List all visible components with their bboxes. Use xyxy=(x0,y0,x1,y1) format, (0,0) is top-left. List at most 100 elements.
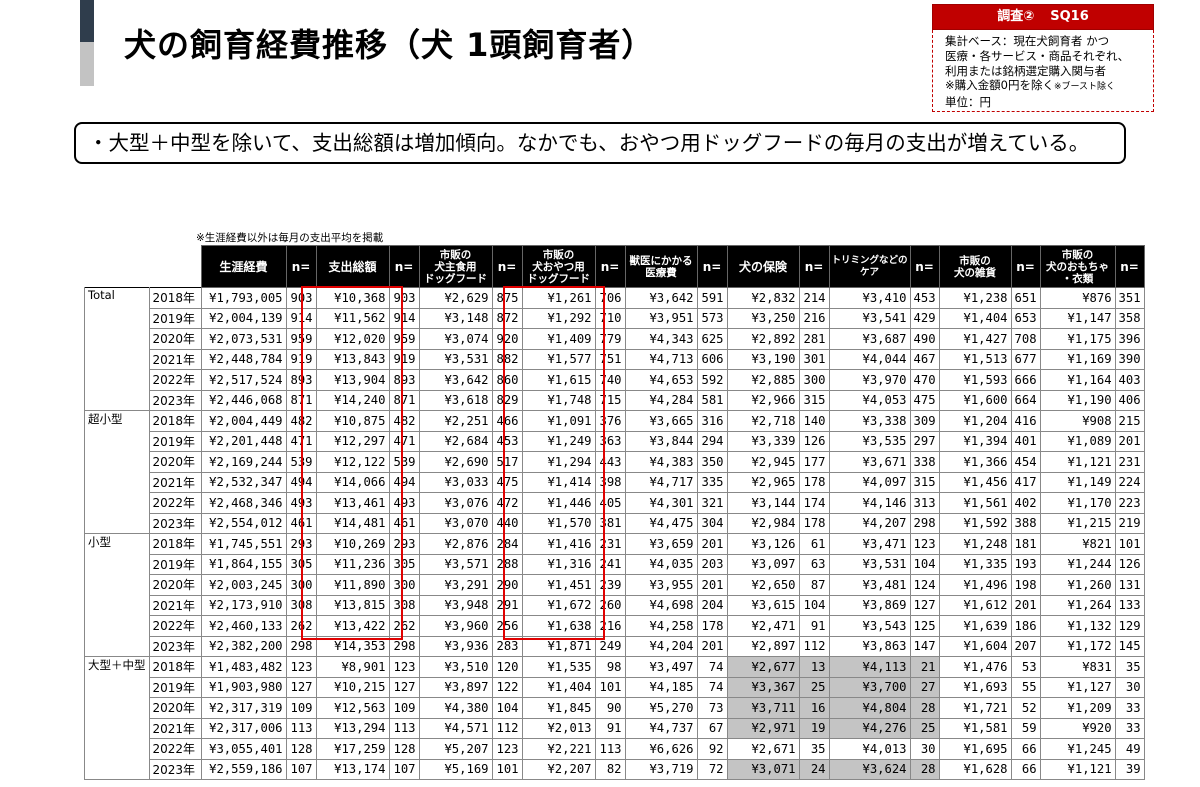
value-cell: ¥3,367 xyxy=(726,676,800,698)
value-cell: ¥4,804 xyxy=(828,697,911,719)
value-cell: ¥1,638 xyxy=(521,615,596,637)
year-label: 2020年 xyxy=(148,451,202,473)
count-cell: 350 xyxy=(696,451,728,473)
count-cell: 123 xyxy=(909,533,940,555)
value-cell: ¥3,936 xyxy=(418,635,493,657)
value-cell: ¥1,581 xyxy=(938,717,1012,739)
count-cell: 30 xyxy=(909,738,940,760)
value-cell: ¥4,185 xyxy=(624,676,698,698)
count-cell: 402 xyxy=(1010,492,1041,514)
table-row: 小型 2018年 ¥1,745,551 293 ¥10,269 293 ¥2,876 284 ¥… xyxy=(84,533,1145,657)
table-row: 2019年 ¥1,903,980 127 ¥10,215 127 ¥3,897 122 ¥1,… xyxy=(85,676,1145,698)
value-cell: ¥3,410 xyxy=(828,287,911,309)
value-cell: ¥2,173,910 xyxy=(200,594,287,616)
table-row: 2021年 ¥2,532,347 494 ¥14,066 494 ¥3,033 475 ¥1,… xyxy=(85,471,1145,493)
value-cell: ¥1,871 xyxy=(521,635,596,657)
count-cell: 201 xyxy=(1114,430,1145,452)
value-cell: ¥3,543 xyxy=(828,615,911,637)
count-cell: 193 xyxy=(1010,553,1041,575)
count-cell: 127 xyxy=(285,676,317,698)
count-cell: 109 xyxy=(388,697,420,719)
column-header: 犬の保険 xyxy=(726,245,800,288)
year-label: 2020年 xyxy=(148,574,202,596)
count-cell: 494 xyxy=(285,471,317,493)
count-cell: 651 xyxy=(1010,287,1041,309)
value-cell: ¥5,207 xyxy=(418,738,493,760)
count-cell: 316 xyxy=(696,410,728,432)
value-cell: ¥4,204 xyxy=(624,635,698,657)
value-cell: ¥3,338 xyxy=(828,410,911,432)
count-cell: 92 xyxy=(696,738,728,760)
count-cell: 30 xyxy=(1114,676,1145,698)
value-cell: ¥2,690 xyxy=(418,451,493,473)
survey-header: 調査② SQ16 xyxy=(932,4,1154,30)
value-cell: ¥6,626 xyxy=(624,738,698,760)
count-cell: 293 xyxy=(388,533,420,555)
table-row: 2022年 ¥2,468,346 493 ¥13,461 493 ¥3,076 472 ¥1,… xyxy=(85,492,1145,514)
count-cell: 91 xyxy=(594,717,626,739)
table-row: 2023年 ¥2,559,186 107 ¥13,174 107 ¥5,169 101 ¥2,… xyxy=(85,758,1145,780)
table-row: 2019年 ¥1,864,155 305 ¥11,236 305 ¥3,571 288 ¥1,… xyxy=(85,553,1145,575)
count-cell: 920 xyxy=(491,328,523,350)
count-cell: 291 xyxy=(491,594,523,616)
value-cell: ¥4,698 xyxy=(624,594,698,616)
value-cell: ¥4,044 xyxy=(828,348,911,370)
count-cell: 298 xyxy=(285,635,317,657)
value-cell: ¥1,672 xyxy=(521,594,596,616)
table-row: 2020年 ¥2,003,245 300 ¥11,890 300 ¥3,291 290 ¥1,… xyxy=(85,574,1145,596)
value-cell: ¥1,264 xyxy=(1039,594,1116,616)
count-cell: 482 xyxy=(388,410,420,432)
value-cell: ¥2,650 xyxy=(726,574,800,596)
value-cell: ¥13,294 xyxy=(315,717,390,739)
count-cell: 186 xyxy=(1010,615,1041,637)
count-cell: 55 xyxy=(1010,676,1041,698)
count-cell: 127 xyxy=(909,594,940,616)
value-cell: ¥12,297 xyxy=(315,430,390,452)
value-cell: ¥2,003,245 xyxy=(200,574,287,596)
count-cell: 126 xyxy=(798,430,830,452)
value-cell: ¥4,380 xyxy=(418,697,493,719)
count-cell: 133 xyxy=(1114,594,1145,616)
count-cell: 59 xyxy=(1010,717,1041,739)
table-row: 2019年 ¥2,004,139 914 ¥11,562 914 ¥3,148 872 ¥1,… xyxy=(85,307,1145,329)
value-cell: ¥5,169 xyxy=(418,758,493,780)
value-cell: ¥1,089 xyxy=(1039,430,1116,452)
count-cell: 860 xyxy=(491,369,523,391)
value-cell: ¥3,970 xyxy=(828,369,911,391)
table-row: 2022年 ¥3,055,401 128 ¥17,259 128 ¥5,207 123 ¥2,… xyxy=(85,738,1145,760)
count-cell: 308 xyxy=(285,594,317,616)
value-cell: ¥4,343 xyxy=(624,328,698,350)
count-cell: 231 xyxy=(1114,451,1145,473)
count-cell: 35 xyxy=(1114,656,1145,678)
value-cell: ¥3,531 xyxy=(418,348,493,370)
count-cell: 101 xyxy=(594,676,626,698)
count-cell: 178 xyxy=(798,512,830,534)
value-cell: ¥3,250 xyxy=(726,307,800,329)
value-cell: ¥1,164 xyxy=(1039,369,1116,391)
count-cell: 779 xyxy=(594,328,626,350)
year-label: 2023年 xyxy=(148,635,202,657)
count-cell: 903 xyxy=(285,287,317,309)
count-cell: 710 xyxy=(594,307,626,329)
value-cell: ¥1,260 xyxy=(1039,574,1116,596)
count-cell: 181 xyxy=(1010,533,1041,555)
value-cell: ¥13,461 xyxy=(315,492,390,514)
value-cell: ¥4,053 xyxy=(828,389,911,411)
count-cell: 174 xyxy=(798,492,830,514)
value-cell: ¥1,292 xyxy=(521,307,596,329)
year-label: 2023年 xyxy=(148,389,202,411)
value-cell: ¥12,563 xyxy=(315,697,390,719)
count-cell: 335 xyxy=(696,471,728,493)
value-cell: ¥13,904 xyxy=(315,369,390,391)
count-cell: 338 xyxy=(909,451,940,473)
value-cell: ¥3,531 xyxy=(828,553,911,575)
value-cell: ¥1,249 xyxy=(521,430,596,452)
table-row: 大型＋中型 2018年 ¥1,483,482 123 ¥8,901 123 ¥3,510 12… xyxy=(84,656,1145,780)
value-cell: ¥3,624 xyxy=(828,758,911,780)
count-cell: 178 xyxy=(798,471,830,493)
value-cell: ¥2,004,139 xyxy=(200,307,287,329)
count-cell: 128 xyxy=(388,738,420,760)
count-cell: 453 xyxy=(909,287,940,309)
count-cell: 376 xyxy=(594,410,626,432)
value-cell: ¥11,890 xyxy=(315,574,390,596)
